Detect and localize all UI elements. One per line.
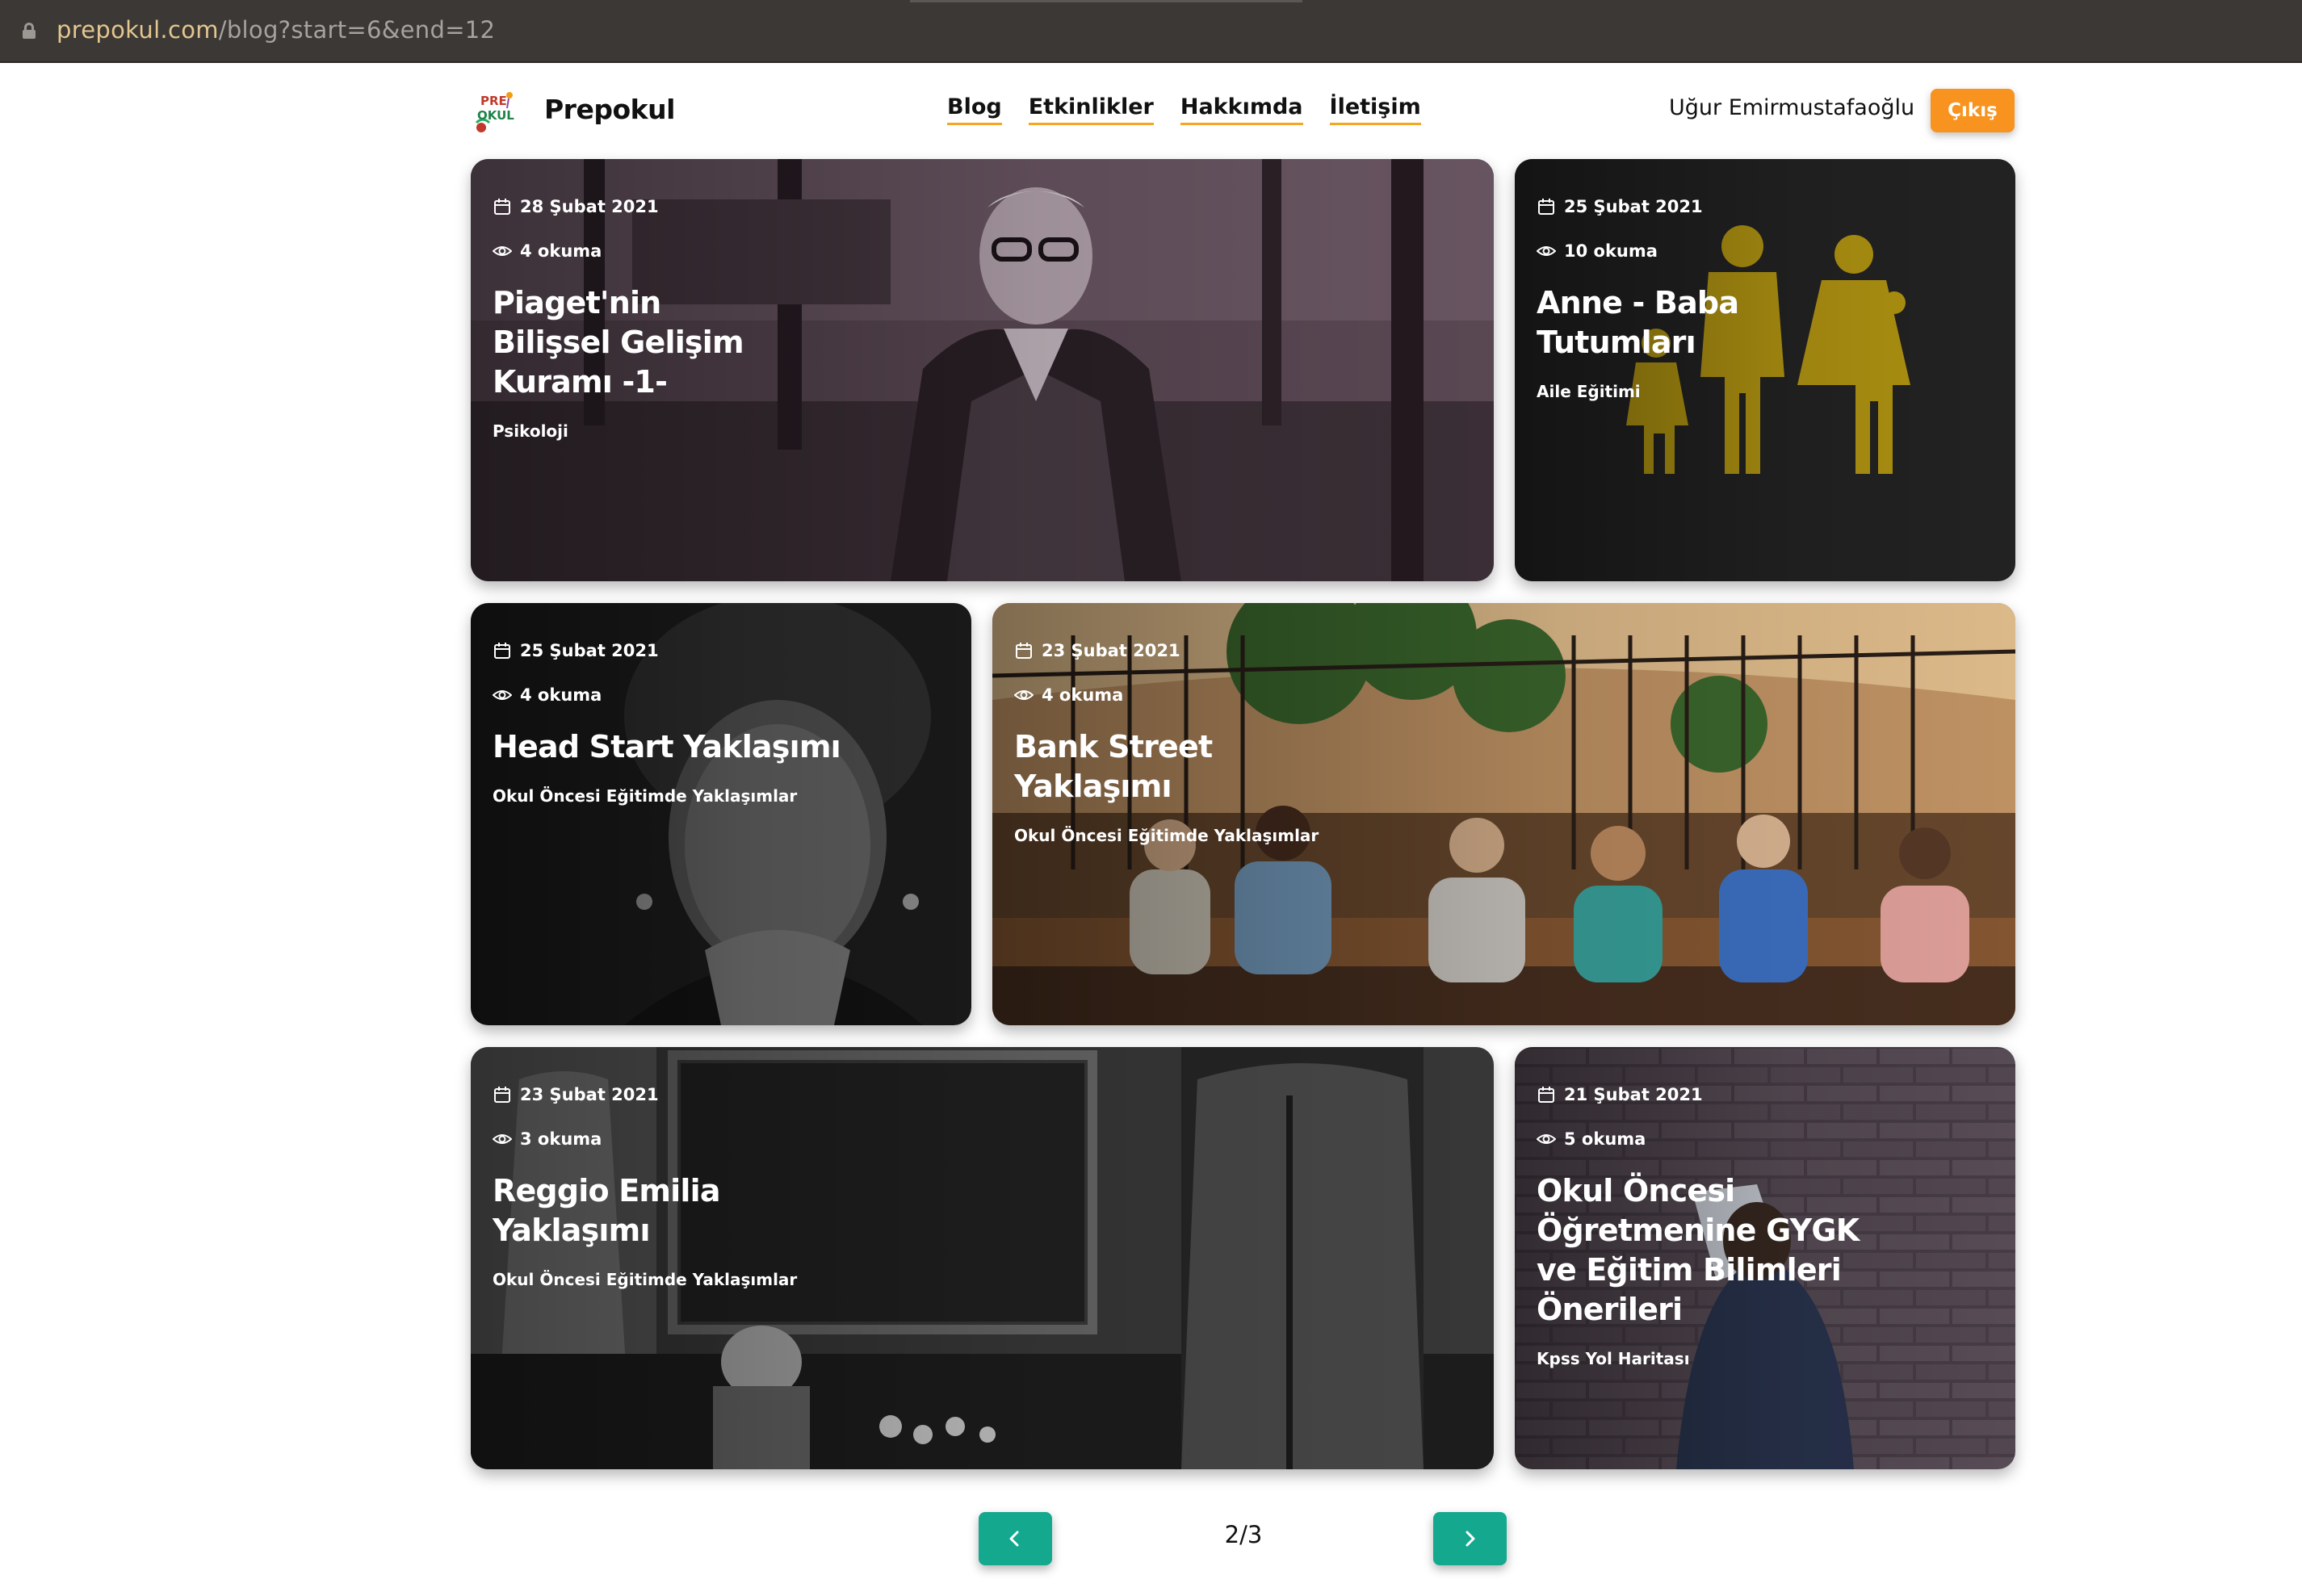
brand-name[interactable]: Prepokul [544, 94, 675, 125]
post-content: 28 Şubat 2021 4 okuma Piaget'nin Bilişse… [493, 195, 783, 441]
post-content: 23 Şubat 2021 3 okuma Reggio Emilia Yakl… [493, 1083, 797, 1289]
site-header: PRE OKUL Prepokul Blog Etkinlikler Hakkı… [468, 81, 2015, 140]
eye-icon [1537, 1134, 1556, 1144]
eye-icon [493, 246, 512, 256]
lock-icon [23, 23, 36, 39]
post-content: 21 Şubat 2021 5 okuma Okul Öncesi Öğretm… [1537, 1083, 1860, 1368]
calendar-icon [1538, 199, 1554, 215]
post-category[interactable]: Okul Öncesi Eğitimde Yaklaşımlar [493, 1270, 797, 1289]
post-content: 23 Şubat 2021 4 okuma Bank Street Yaklaş… [1014, 639, 1319, 845]
main-nav: Blog Etkinlikler Hakkımda İletişim [947, 94, 1448, 125]
post-title[interactable]: Okul Öncesi Öğretmenine GYGK ve Eğitim B… [1537, 1171, 1860, 1330]
user-name[interactable]: Uğur Emirmustafaoğlu [1669, 95, 1914, 120]
post-date: 28 Şubat 2021 [520, 197, 659, 216]
svg-text:PRE: PRE [480, 94, 507, 108]
post-reads: 3 okuma [520, 1129, 602, 1149]
calendar-icon [494, 643, 510, 659]
post-date: 23 Şubat 2021 [1042, 641, 1180, 660]
post-reads: 5 okuma [1564, 1129, 1646, 1149]
post-title[interactable]: Anne - Baba Tutumları [1537, 283, 1746, 362]
nav-link-etkinlikler[interactable]: Etkinlikler [1028, 94, 1154, 125]
post-card-piaget[interactable]: 28 Şubat 2021 4 okuma Piaget'nin Bilişse… [471, 159, 1494, 581]
eye-icon [493, 1134, 512, 1144]
logout-button[interactable]: Çıkış [1931, 89, 2015, 132]
post-card-bank-street[interactable]: 23 Şubat 2021 4 okuma Bank Street Yaklaş… [992, 603, 2015, 1025]
chevron-left-icon [1009, 1531, 1019, 1547]
post-reads: 4 okuma [520, 241, 602, 261]
post-reads: 4 okuma [520, 685, 602, 705]
eye-icon [1014, 690, 1034, 700]
post-category[interactable]: Okul Öncesi Eğitimde Yaklaşımlar [493, 786, 945, 806]
post-date: 25 Şubat 2021 [520, 641, 659, 660]
prev-page-button[interactable] [979, 1512, 1052, 1565]
next-page-button[interactable] [1433, 1512, 1507, 1565]
post-card-gygk[interactable]: 21 Şubat 2021 5 okuma Okul Öncesi Öğretm… [1515, 1047, 2015, 1469]
post-category[interactable]: Psikoloji [493, 421, 783, 441]
svg-text:OKUL: OKUL [477, 108, 514, 123]
post-title[interactable]: Piaget'nin Bilişsel Gelişim Kuramı -1- [493, 283, 783, 402]
nav-link-iletisim[interactable]: İletişim [1329, 94, 1421, 125]
calendar-icon [1016, 643, 1032, 659]
post-date: 21 Şubat 2021 [1564, 1085, 1703, 1104]
post-category[interactable]: Kpss Yol Haritası [1537, 1349, 1860, 1368]
url-field[interactable]: prepokul.com/blog?start=6&end=12 [57, 16, 495, 44]
eye-icon [493, 690, 512, 700]
post-reads: 4 okuma [1042, 685, 1124, 705]
post-card-anne-baba[interactable]: 25 Şubat 2021 10 okuma Anne - Baba Tutum… [1515, 159, 2015, 581]
nav-link-blog[interactable]: Blog [947, 94, 1002, 125]
post-card-reggio-emilia[interactable]: 23 Şubat 2021 3 okuma Reggio Emilia Yakl… [471, 1047, 1494, 1469]
browser-url-bar: prepokul.com/blog?start=6&end=12 [0, 0, 2302, 63]
site-logo[interactable]: PRE OKUL [473, 87, 520, 134]
page-indicator: 2/3 [1224, 1521, 1263, 1548]
post-card-head-start[interactable]: 25 Şubat 2021 4 okuma Head Start Yaklaşı… [471, 603, 971, 1025]
post-category[interactable]: Okul Öncesi Eğitimde Yaklaşımlar [1014, 826, 1319, 845]
post-content: 25 Şubat 2021 10 okuma Anne - Baba Tutum… [1537, 195, 1746, 401]
post-title[interactable]: Head Start Yaklaşımı [493, 727, 945, 767]
post-title[interactable]: Reggio Emilia Yaklaşımı [493, 1171, 735, 1250]
calendar-icon [494, 199, 510, 215]
url-bar-highlight [910, 0, 1302, 2]
url-path: /blog?start=6&end=12 [218, 16, 496, 44]
eye-icon [1537, 246, 1556, 256]
post-content: 25 Şubat 2021 4 okuma Head Start Yaklaşı… [493, 639, 945, 806]
nav-link-hakkimda[interactable]: Hakkımda [1180, 94, 1303, 125]
chevron-right-icon [1465, 1531, 1475, 1547]
post-reads: 10 okuma [1564, 241, 1658, 261]
post-date: 25 Şubat 2021 [1564, 197, 1703, 216]
calendar-icon [1538, 1087, 1554, 1103]
calendar-icon [494, 1087, 510, 1103]
post-category[interactable]: Aile Eğitimi [1537, 382, 1746, 401]
post-date: 23 Şubat 2021 [520, 1085, 659, 1104]
post-title[interactable]: Bank Street Yaklaşımı [1014, 727, 1224, 806]
url-host: prepokul.com [57, 16, 219, 44]
